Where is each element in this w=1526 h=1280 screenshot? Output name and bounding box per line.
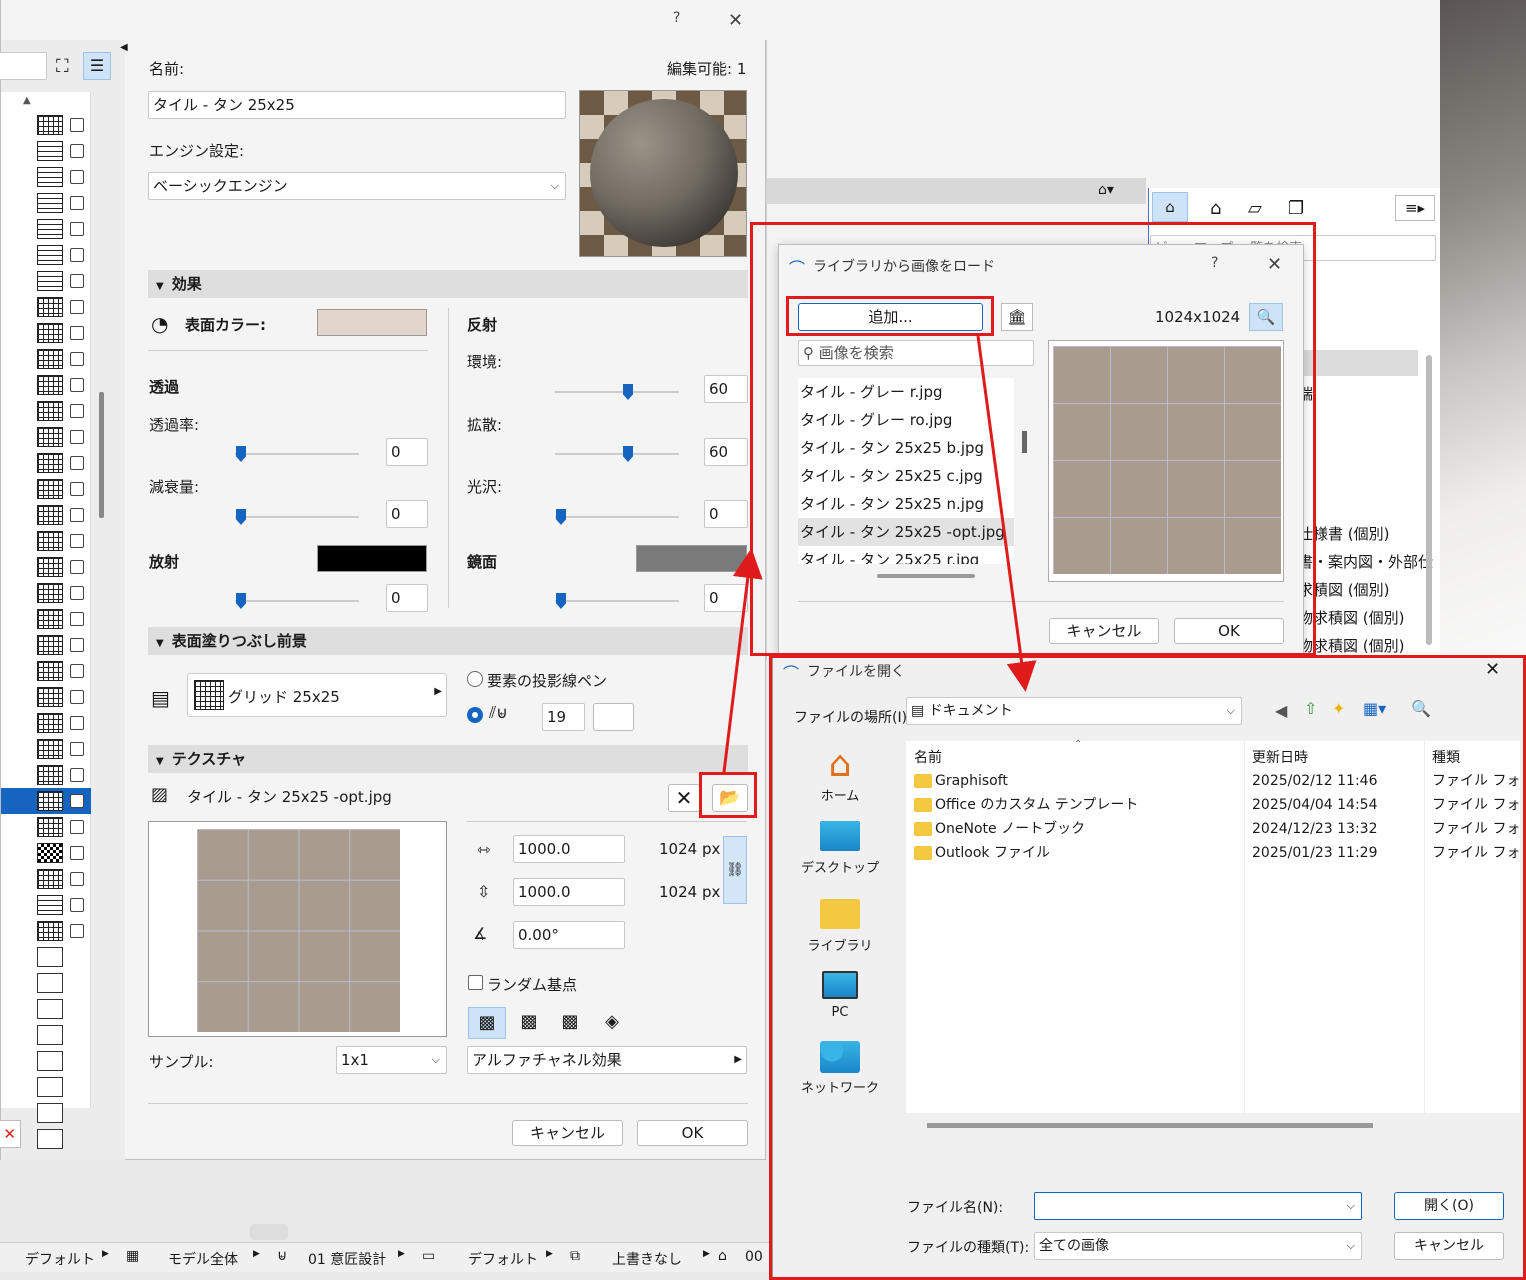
annotation-arrows [722, 335, 1037, 773]
arrow-to-file-dialog [976, 335, 1037, 692]
arrow-to-library [722, 548, 763, 773]
